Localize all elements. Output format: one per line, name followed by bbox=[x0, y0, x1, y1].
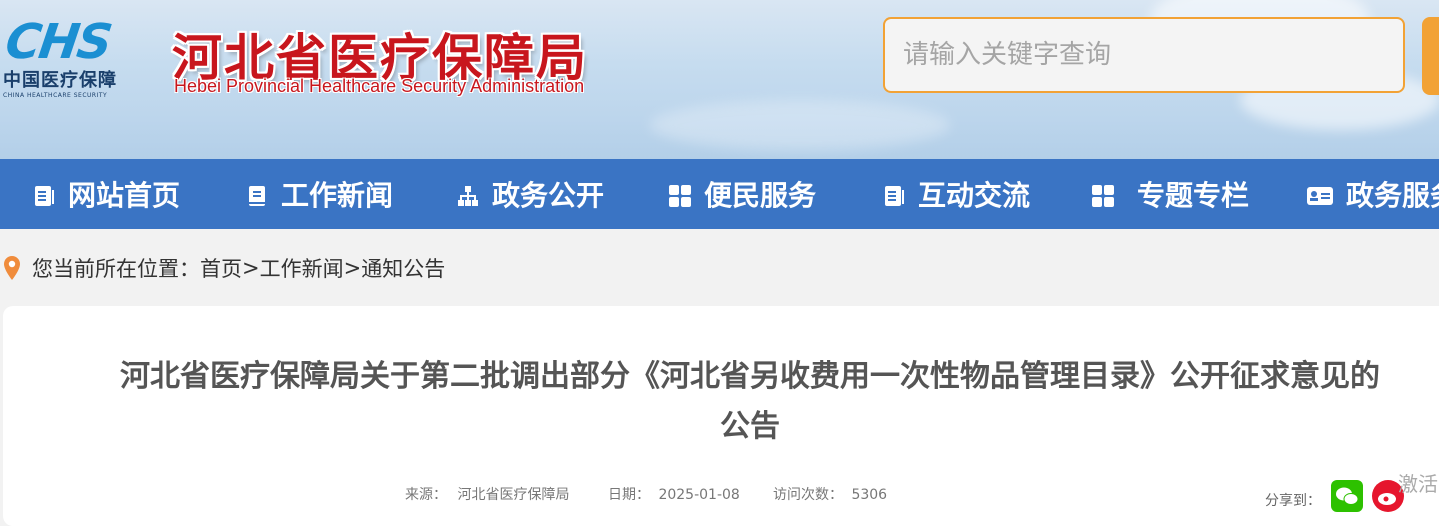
article-views: 访问次数： 5306 bbox=[773, 484, 887, 504]
cloud-decoration bbox=[650, 100, 950, 150]
search-input[interactable] bbox=[883, 17, 1405, 93]
document-icon bbox=[882, 182, 906, 206]
nav-item-home[interactable]: 网站首页 bbox=[32, 159, 180, 229]
article-title-line1: 河北省医疗保障局关于第二批调出部分《河北省另收费用一次性物品管理目录》公开征求意… bbox=[120, 359, 1380, 394]
chs-logo[interactable]: CHS 中国医疗保障 CHINA HEALTHCARE SECURITY bbox=[0, 14, 150, 104]
nav-item-services[interactable]: 便民服务 bbox=[668, 159, 816, 229]
breadcrumb-notices-link[interactable]: 通知公告 bbox=[361, 253, 445, 283]
breadcrumb-separator: > bbox=[343, 256, 362, 280]
main-nav: 网站首页 工作新闻 政务公开 便民服务 互动交流 专题专栏 政务服务 bbox=[0, 159, 1439, 229]
breadcrumb-home-link[interactable]: 首页 bbox=[200, 253, 242, 283]
nav-item-gov-affairs[interactable]: 政务公开 bbox=[456, 159, 604, 229]
bookmark-icon bbox=[245, 182, 269, 206]
nav-label: 网站首页 bbox=[68, 179, 181, 212]
nav-item-gov-services[interactable]: 政务服务 bbox=[1306, 159, 1439, 229]
breadcrumb-prefix: 您当前所在位置： bbox=[32, 257, 200, 281]
article-date: 日期： 2025-01-08 bbox=[608, 484, 740, 504]
nav-item-topics[interactable]: 专题专栏 bbox=[1091, 159, 1249, 229]
nav-item-interaction[interactable]: 互动交流 bbox=[882, 159, 1030, 229]
side-floating-tag[interactable]: 激活 bbox=[1398, 468, 1438, 497]
article-source: 来源： 河北省医疗保障局 bbox=[405, 484, 569, 504]
breadcrumb: 您当前所在位置： 首页 > 工作新闻 > 通知公告 bbox=[0, 246, 445, 290]
org-name-en: Hebei Provincial Healthcare Security Adm… bbox=[174, 76, 585, 96]
search-button[interactable] bbox=[1422, 17, 1439, 95]
breadcrumb-work-news-link[interactable]: 工作新闻 bbox=[260, 253, 344, 283]
grid-icon bbox=[668, 182, 692, 207]
nav-label: 工作新闻 bbox=[281, 179, 394, 212]
nav-label: 政务公开 bbox=[492, 179, 605, 212]
sitemap-icon bbox=[456, 182, 480, 206]
breadcrumb-separator: > bbox=[242, 256, 260, 280]
nav-item-work-news[interactable]: 工作新闻 bbox=[245, 159, 393, 229]
nav-label: 便民服务 bbox=[704, 179, 817, 212]
logo-cn-text: 中国医疗保障 bbox=[3, 70, 117, 91]
site-header: CHS 中国医疗保障 CHINA HEALTHCARE SECURITY 河北省… bbox=[0, 0, 1439, 159]
id-card-icon bbox=[1306, 182, 1334, 206]
logo-en-text: CHINA HEALTHCARE SECURITY bbox=[3, 92, 108, 99]
share-label: 分享到： bbox=[1265, 493, 1321, 509]
location-pin-icon bbox=[4, 256, 20, 280]
wechat-icon[interactable] bbox=[1331, 480, 1363, 512]
article-title: 河北省医疗保障局关于第二批调出部分《河北省另收费用一次性物品管理目录》公开征求意… bbox=[40, 352, 1439, 452]
nav-label: 互动交流 bbox=[918, 179, 1031, 212]
logo-abbr: CHS bbox=[2, 14, 114, 70]
nav-label: 专题专栏 bbox=[1137, 179, 1250, 212]
grid-icon bbox=[1091, 182, 1115, 207]
article-title-line2: 公告 bbox=[720, 409, 780, 444]
document-icon bbox=[32, 182, 56, 206]
nav-label: 政务服务 bbox=[1346, 179, 1439, 212]
